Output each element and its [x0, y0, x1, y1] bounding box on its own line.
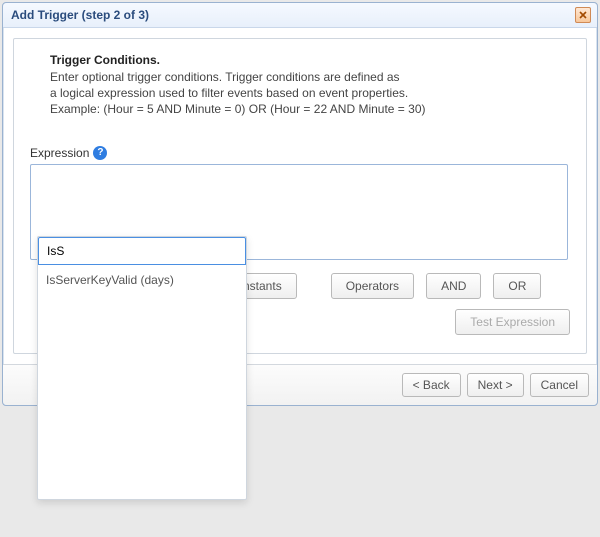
dialog-header: Add Trigger (step 2 of 3) [3, 3, 597, 28]
autocomplete-list[interactable]: IsServerKeyValid (days) [38, 265, 246, 499]
section-title: Trigger Conditions. [50, 53, 570, 67]
cancel-button[interactable]: Cancel [530, 373, 589, 397]
test-expression-button[interactable]: Test Expression [455, 309, 570, 335]
help-icon[interactable]: ? [93, 146, 107, 160]
operators-button[interactable]: Operators [331, 273, 414, 299]
dialog-title: Add Trigger (step 2 of 3) [11, 8, 149, 22]
expression-label: Expression [30, 146, 89, 160]
desc-line-1: Enter optional trigger conditions. Trigg… [50, 69, 570, 85]
back-button[interactable]: < Back [402, 373, 461, 397]
desc-line-2: a logical expression used to filter even… [50, 85, 570, 101]
autocomplete-input[interactable] [38, 237, 246, 265]
and-button[interactable]: AND [426, 273, 481, 299]
next-button[interactable]: Next > [467, 373, 524, 397]
desc-line-3: Example: (Hour = 5 AND Minute = 0) OR (H… [50, 101, 570, 117]
close-icon[interactable] [575, 7, 591, 23]
section-description: Enter optional trigger conditions. Trigg… [50, 69, 570, 118]
or-button[interactable]: OR [493, 273, 541, 299]
autocomplete-item[interactable]: IsServerKeyValid (days) [38, 265, 246, 295]
autocomplete-panel: IsServerKeyValid (days) [37, 236, 247, 500]
expression-label-row: Expression ? [30, 146, 570, 160]
